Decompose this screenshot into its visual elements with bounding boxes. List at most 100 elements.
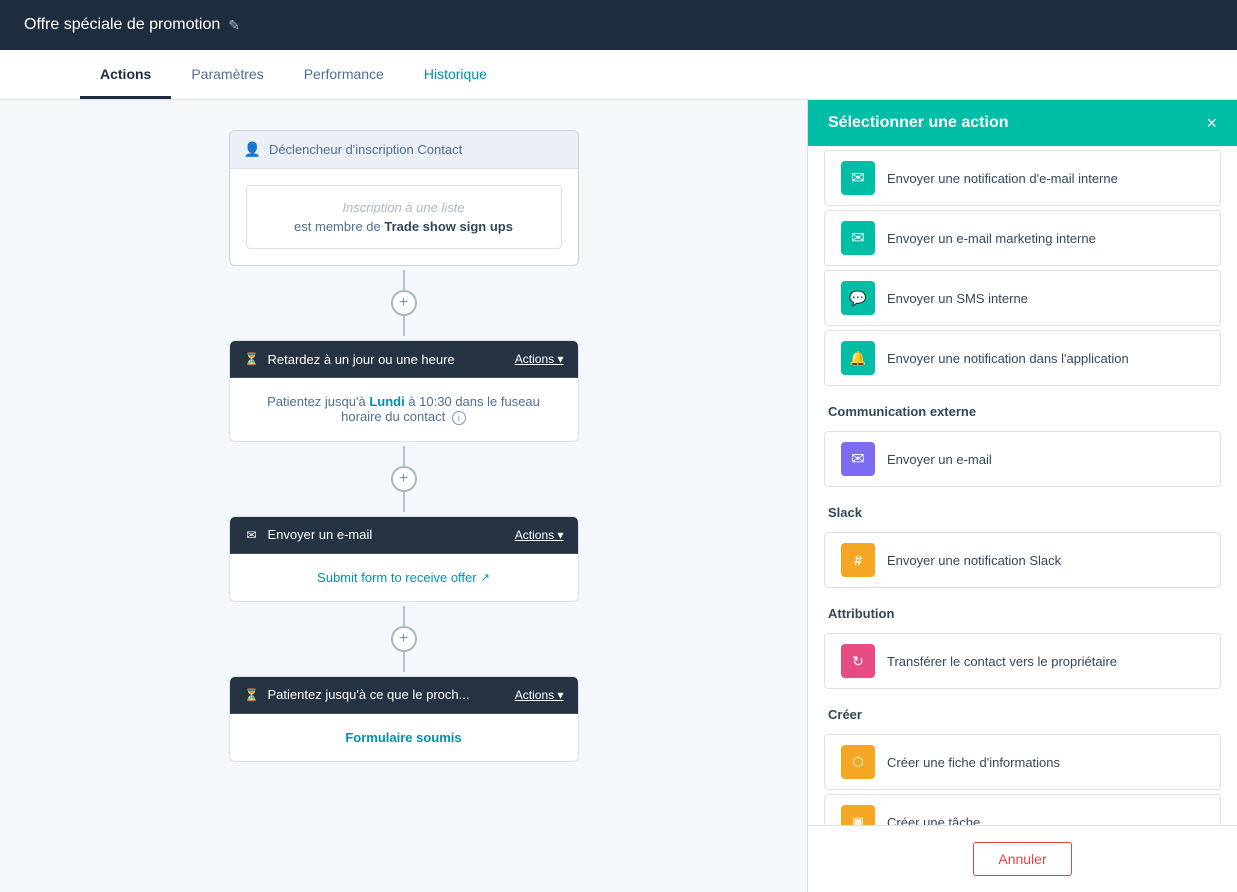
- action-item-slack[interactable]: # Envoyer une notification Slack: [824, 532, 1221, 588]
- panel-close-icon[interactable]: ×: [1206, 114, 1217, 132]
- add-step-3[interactable]: +: [391, 626, 417, 652]
- hourglass-icon-1: ⏳: [244, 351, 260, 367]
- action-label-email-notif: Envoyer une notification d'e-mail intern…: [887, 171, 1118, 186]
- action-label-slack: Envoyer une notification Slack: [887, 553, 1061, 568]
- workflow-canvas: 👤 Déclencheur d'inscription Contact Insc…: [0, 100, 807, 892]
- email-label: Envoyer un e-mail: [268, 527, 373, 542]
- cancel-button[interactable]: Annuler: [973, 842, 1071, 876]
- connector-line-5: [403, 606, 405, 626]
- action-icon-send-email: ✉: [841, 442, 875, 476]
- action-icon-email-mkt: ✉: [841, 221, 875, 255]
- delay-node-1: ⏳ Retardez à un jour ou une heure Action…: [229, 340, 579, 442]
- delay-node-2: ⏳ Patientez jusqu'à ce que le proch... A…: [229, 676, 579, 762]
- connector-line: [403, 270, 405, 290]
- tab-parametres[interactable]: Paramètres: [171, 52, 283, 99]
- trigger-body: Inscription à une liste est membre de Tr…: [230, 169, 578, 265]
- action-label-transfer: Transférer le contact vers le propriétai…: [887, 654, 1117, 669]
- email-header-left: ✉ Envoyer un e-mail: [244, 527, 373, 543]
- action-item-email-marketing[interactable]: ✉ Envoyer un e-mail marketing interne: [824, 210, 1221, 266]
- delay-text-1: Patientez jusqu'à Lundi à 10:30 dans le …: [267, 394, 540, 424]
- action-label-create-task: Créer une tâche: [887, 815, 980, 826]
- add-step-1[interactable]: +: [391, 290, 417, 316]
- tab-performance[interactable]: Performance: [284, 52, 404, 99]
- panel-title: Sélectionner une action: [828, 114, 1008, 132]
- tab-actions[interactable]: Actions: [80, 52, 171, 99]
- email-icon-node: ✉: [244, 527, 260, 543]
- action-label-create-fiche: Créer une fiche d'informations: [887, 755, 1060, 770]
- delay-header-left-2: ⏳ Patientez jusqu'à ce que le proch...: [244, 687, 470, 703]
- panel-footer: Annuler: [808, 825, 1237, 892]
- panel-section-3: Attribution ↻ Transférer le contact vers…: [808, 592, 1237, 689]
- external-link-icon: ↗: [481, 571, 490, 584]
- action-item-create-fiche[interactable]: ⬡ Créer une fiche d'informations: [824, 734, 1221, 790]
- action-label-send-email: Envoyer un e-mail: [887, 452, 992, 467]
- action-item-transfer-contact[interactable]: ↻ Transférer le contact vers le propriét…: [824, 633, 1221, 689]
- email-node: ✉ Envoyer un e-mail Actions ▾ Submit for…: [229, 516, 579, 602]
- connector-line-4: [403, 492, 405, 512]
- delay-body-2: Formulaire soumis: [230, 714, 578, 761]
- tab-historique[interactable]: Historique: [404, 52, 507, 99]
- panel-section-4: Créer ⬡ Créer une fiche d'informations ▣…: [808, 693, 1237, 825]
- trigger-placeholder: Inscription à une liste: [261, 200, 547, 215]
- edit-icon[interactable]: ✎: [228, 17, 240, 34]
- panel-header: Sélectionner une action ×: [808, 100, 1237, 146]
- section-label-creer: Créer: [808, 693, 1237, 730]
- delay-label-2: Patientez jusqu'à ce que le proch...: [268, 687, 470, 702]
- action-icon-create-task: ▣: [841, 805, 875, 825]
- panel-section-0: ✉ Envoyer une notification d'e-mail inte…: [808, 150, 1237, 386]
- action-icon-transfer: ↻: [841, 644, 875, 678]
- trigger-header-label: Déclencheur d'inscription Contact: [269, 142, 462, 157]
- action-icon-create-fiche: ⬡: [841, 745, 875, 779]
- action-icon-slack: #: [841, 543, 875, 577]
- action-icon-email-notif: ✉: [841, 161, 875, 195]
- trigger-node: 👤 Déclencheur d'inscription Contact Insc…: [229, 130, 579, 266]
- email-link[interactable]: Submit form to receive offer ↗: [246, 570, 562, 585]
- connector-2: +: [391, 446, 417, 512]
- action-label-email-marketing: Envoyer un e-mail marketing interne: [887, 231, 1096, 246]
- delay-header-1: ⏳ Retardez à un jour ou une heure Action…: [230, 341, 578, 378]
- trigger-header-icon: 👤: [244, 141, 261, 158]
- action-item-notification-app[interactable]: 🔔 Envoyer une notification dans l'applic…: [824, 330, 1221, 386]
- info-icon-1[interactable]: i: [452, 411, 466, 425]
- right-panel: Sélectionner une action × ✉ Envoyer une …: [807, 100, 1237, 892]
- panel-body: ✉ Envoyer une notification d'e-mail inte…: [808, 146, 1237, 825]
- section-label-comm-ext: Communication externe: [808, 390, 1237, 427]
- delay-highlight: Lundi: [369, 394, 404, 409]
- email-link-text: Submit form to receive offer: [317, 570, 476, 585]
- trigger-header: 👤 Déclencheur d'inscription Contact: [230, 131, 578, 169]
- trigger-list-name: Trade show sign ups: [384, 219, 513, 234]
- title-text: Offre spéciale de promotion: [24, 16, 220, 34]
- delay-label-1: Retardez à un jour ou une heure: [268, 352, 455, 367]
- email-actions-link[interactable]: Actions ▾: [515, 528, 564, 542]
- connector-1: +: [391, 270, 417, 336]
- action-item-sms-interne[interactable]: 💬 Envoyer un SMS interne: [824, 270, 1221, 326]
- action-item-create-task[interactable]: ▣ Créer une tâche: [824, 794, 1221, 825]
- connector-line-3: [403, 446, 405, 466]
- action-icon-sms: 💬: [841, 281, 875, 315]
- hourglass-icon-2: ⏳: [244, 687, 260, 703]
- panel-section-1: Communication externe ✉ Envoyer un e-mai…: [808, 390, 1237, 487]
- section-label-slack: Slack: [808, 491, 1237, 528]
- delay-actions-link-1[interactable]: Actions ▾: [515, 352, 564, 366]
- connector-3: +: [391, 606, 417, 672]
- tabs-bar: Actions Paramètres Performance Historiqu…: [0, 50, 1237, 100]
- trigger-inner: Inscription à une liste est membre de Tr…: [246, 185, 562, 249]
- delay-header-left: ⏳ Retardez à un jour ou une heure: [244, 351, 455, 367]
- action-item-email-notif-interne[interactable]: ✉ Envoyer une notification d'e-mail inte…: [824, 150, 1221, 206]
- delay-form-text: Formulaire soumis: [345, 730, 461, 745]
- action-label-notif-app: Envoyer une notification dans l'applicat…: [887, 351, 1129, 366]
- add-step-2[interactable]: +: [391, 466, 417, 492]
- action-label-sms: Envoyer un SMS interne: [887, 291, 1028, 306]
- delay-actions-link-2[interactable]: Actions ▾: [515, 688, 564, 702]
- panel-section-2: Slack # Envoyer une notification Slack: [808, 491, 1237, 588]
- connector-line-2: [403, 316, 405, 336]
- section-label-attribution: Attribution: [808, 592, 1237, 629]
- app-header: Offre spéciale de promotion ✎: [0, 0, 1237, 50]
- delay-body-1: Patientez jusqu'à Lundi à 10:30 dans le …: [230, 378, 578, 441]
- connector-line-6: [403, 652, 405, 672]
- action-icon-notif-app: 🔔: [841, 341, 875, 375]
- email-body: Submit form to receive offer ↗: [230, 554, 578, 601]
- delay-header-2: ⏳ Patientez jusqu'à ce que le proch... A…: [230, 677, 578, 714]
- workflow-title: Offre spéciale de promotion ✎: [24, 16, 240, 34]
- action-item-send-email[interactable]: ✉ Envoyer un e-mail: [824, 431, 1221, 487]
